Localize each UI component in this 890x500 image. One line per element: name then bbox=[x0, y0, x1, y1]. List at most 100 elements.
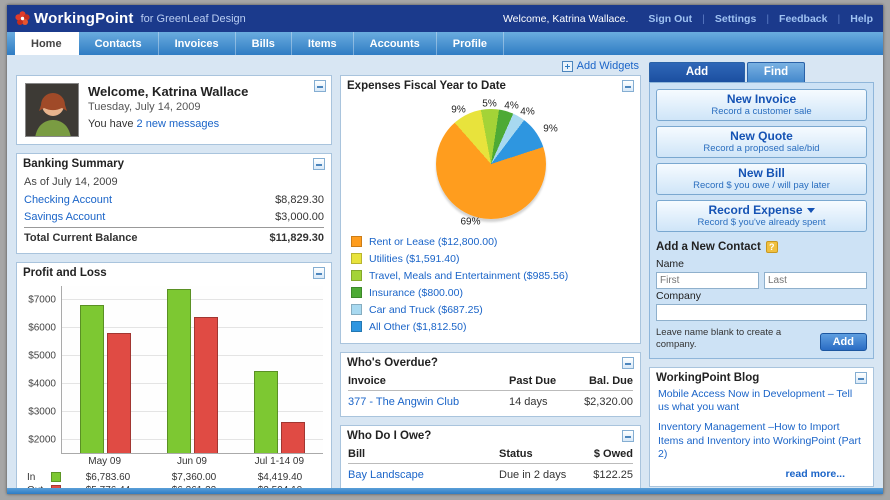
help-link[interactable]: Help bbox=[850, 13, 873, 25]
table-row: 377 - The Angwin Club 14 days $2,320.00 bbox=[348, 396, 633, 408]
account-name: for GreenLeaf Design bbox=[140, 12, 246, 25]
add-widgets-link[interactable]: Add Widgets bbox=[561, 60, 639, 72]
legend-row-out: Out $5,776.44 $6,361.22 $2,594.10 bbox=[27, 484, 323, 489]
collapse-widget-button[interactable] bbox=[622, 430, 634, 442]
new-invoice-button[interactable]: New Invoice Record a customer sale bbox=[656, 89, 867, 121]
company-label: Company bbox=[656, 290, 701, 302]
y-axis-label: $3000 bbox=[28, 406, 56, 417]
welcome-date: Tuesday, July 14, 2009 bbox=[88, 101, 201, 113]
tab-add[interactable]: Add bbox=[649, 62, 745, 82]
legend-item-link[interactable]: All Other ($1,812.50) bbox=[369, 321, 466, 333]
table-header: Bill Status $ Owed bbox=[348, 446, 633, 464]
settings-link[interactable]: Settings bbox=[715, 13, 756, 25]
x-axis-label: Jun 09 bbox=[176, 455, 207, 467]
legend-swatch bbox=[351, 287, 362, 298]
collapse-widget-button[interactable] bbox=[622, 357, 634, 369]
x-axis-label: May 09 bbox=[88, 455, 122, 467]
legend-item-link[interactable]: Travel, Meals and Entertainment ($985.56… bbox=[369, 270, 568, 282]
banking-as-of: As of July 14, 2009 bbox=[24, 176, 118, 188]
divider: | bbox=[837, 12, 841, 25]
checking-balance: $8,829.30 bbox=[275, 193, 324, 206]
widget-title: Who's Overdue? bbox=[347, 357, 438, 369]
total-balance-value: $11,829.30 bbox=[269, 232, 324, 244]
legend-swatch-out bbox=[51, 485, 61, 488]
messages-prefix: You have bbox=[88, 118, 134, 130]
total-balance-label: Total Current Balance bbox=[24, 232, 138, 244]
legend-row-in: In $6,783.60 $7,360.00 $4,419.40 bbox=[27, 471, 303, 483]
checking-account-link[interactable]: Checking Account bbox=[24, 194, 112, 206]
welcome-greeting: Welcome, Katrina Wallace bbox=[88, 84, 249, 99]
record-expense-button[interactable]: Record Expense Record $ you've already s… bbox=[656, 200, 867, 232]
widget-title: Banking Summary bbox=[23, 158, 124, 170]
owe-bill-link[interactable]: Bay Landscape bbox=[348, 469, 499, 481]
add-contact-title: Add a New Contact bbox=[656, 241, 761, 253]
nav-tab-contacts[interactable]: Contacts bbox=[79, 32, 159, 55]
legend-swatch bbox=[351, 304, 362, 315]
collapse-widget-button[interactable] bbox=[314, 80, 326, 92]
overdue-invoice-link[interactable]: 377 - The Angwin Club bbox=[348, 396, 509, 408]
legend-swatch-in bbox=[51, 472, 61, 482]
first-name-input[interactable] bbox=[656, 272, 759, 289]
pie-percent-label: 9% bbox=[543, 123, 558, 135]
company-input[interactable] bbox=[656, 304, 867, 321]
nav-tab-accounts[interactable]: Accounts bbox=[354, 32, 437, 55]
bar-in-May-09 bbox=[80, 305, 104, 453]
last-name-input[interactable] bbox=[764, 272, 867, 289]
legend-item-link[interactable]: Car and Truck ($687.25) bbox=[369, 304, 483, 316]
add-contact-button[interactable]: Add bbox=[819, 332, 867, 351]
savings-account-link[interactable]: Savings Account bbox=[24, 211, 105, 223]
app-header: WorkingPoint for GreenLeaf Design Welcom… bbox=[7, 5, 883, 32]
nav-tab-profile[interactable]: Profile bbox=[437, 32, 504, 55]
legend-item-link[interactable]: Insurance ($800.00) bbox=[369, 287, 463, 299]
bar-group bbox=[80, 286, 131, 453]
new-messages-link[interactable]: 2 new messages bbox=[137, 118, 220, 130]
expenses-legend: Rent or Lease ($12,800.00) Utilities ($1… bbox=[341, 233, 640, 343]
read-more-link[interactable]: read more... bbox=[658, 468, 865, 480]
y-axis-label: $4000 bbox=[28, 378, 56, 389]
legend-swatch bbox=[351, 270, 362, 281]
y-axis-label: $7000 bbox=[28, 294, 56, 305]
help-icon[interactable]: ? bbox=[765, 241, 778, 253]
quick-action-tabs: Add Find bbox=[649, 62, 874, 82]
blog-post-link[interactable]: Inventory Management –How to Import Item… bbox=[658, 421, 865, 462]
blog-post-link[interactable]: Mobile Access Now in Development – Tell … bbox=[658, 388, 865, 415]
nav-tab-bills[interactable]: Bills bbox=[236, 32, 292, 55]
pie-percent-label: 4% bbox=[520, 106, 535, 118]
pl-bars bbox=[62, 286, 323, 453]
name-label: Name bbox=[656, 258, 685, 270]
banking-summary-widget: Banking Summary As of July 14, 2009 Chec… bbox=[16, 153, 332, 254]
new-bill-button[interactable]: New Bill Record $ you owe / will pay lat… bbox=[656, 163, 867, 195]
feedback-link[interactable]: Feedback bbox=[779, 13, 827, 25]
legend-label: Out bbox=[27, 485, 51, 489]
nav-tab-invoices[interactable]: Invoices bbox=[159, 32, 236, 55]
x-axis-label: Jul 1-14 09 bbox=[254, 455, 305, 467]
app-logo[interactable]: WorkingPoint for GreenLeaf Design bbox=[15, 10, 246, 27]
collapse-widget-button[interactable] bbox=[622, 80, 634, 92]
widget-title: WorkingPoint Blog bbox=[656, 371, 760, 384]
new-quote-button[interactable]: New Quote Record a proposed sale/bid bbox=[656, 126, 867, 158]
workingpoint-app: WorkingPoint for GreenLeaf Design Welcom… bbox=[7, 5, 883, 494]
legend-swatch bbox=[351, 253, 362, 264]
legend-item-link[interactable]: Rent or Lease ($12,800.00) bbox=[369, 236, 497, 248]
collapse-widget-button[interactable] bbox=[855, 371, 867, 384]
nav-tab-home[interactable]: Home bbox=[15, 32, 79, 55]
account-row: Checking Account $8,829.30 bbox=[24, 191, 324, 208]
tab-find[interactable]: Find bbox=[747, 62, 805, 82]
footer-bar bbox=[7, 488, 883, 494]
collapse-widget-button[interactable] bbox=[313, 266, 325, 279]
header-welcome-text: Welcome, Katrina Wallace. bbox=[502, 12, 629, 25]
legend-item-link[interactable]: Utilities ($1,591.40) bbox=[369, 253, 459, 265]
table-header: Invoice Past Due Bal. Due bbox=[348, 373, 633, 391]
y-axis-label: $2000 bbox=[28, 434, 56, 445]
expenses-widget: Expenses Fiscal Year to Date 69% 9% 5% 4% 4%… bbox=[340, 75, 641, 344]
welcome-widget: Welcome, Katrina Wallace Tuesday, July 1… bbox=[16, 75, 332, 145]
sign-out-link[interactable]: Sign Out bbox=[648, 13, 692, 25]
x-axis-labels: May 09 Jun 09 Jul 1-14 09 bbox=[61, 454, 323, 471]
y-axis-label: $5000 bbox=[28, 350, 56, 361]
main-nav: Home Contacts Invoices Bills Items Accou… bbox=[7, 32, 883, 55]
savings-balance: $3,000.00 bbox=[275, 210, 324, 223]
pl-plot bbox=[61, 285, 323, 454]
collapse-widget-button[interactable] bbox=[313, 158, 325, 170]
divider: | bbox=[702, 12, 705, 25]
nav-tab-items[interactable]: Items bbox=[292, 32, 354, 55]
